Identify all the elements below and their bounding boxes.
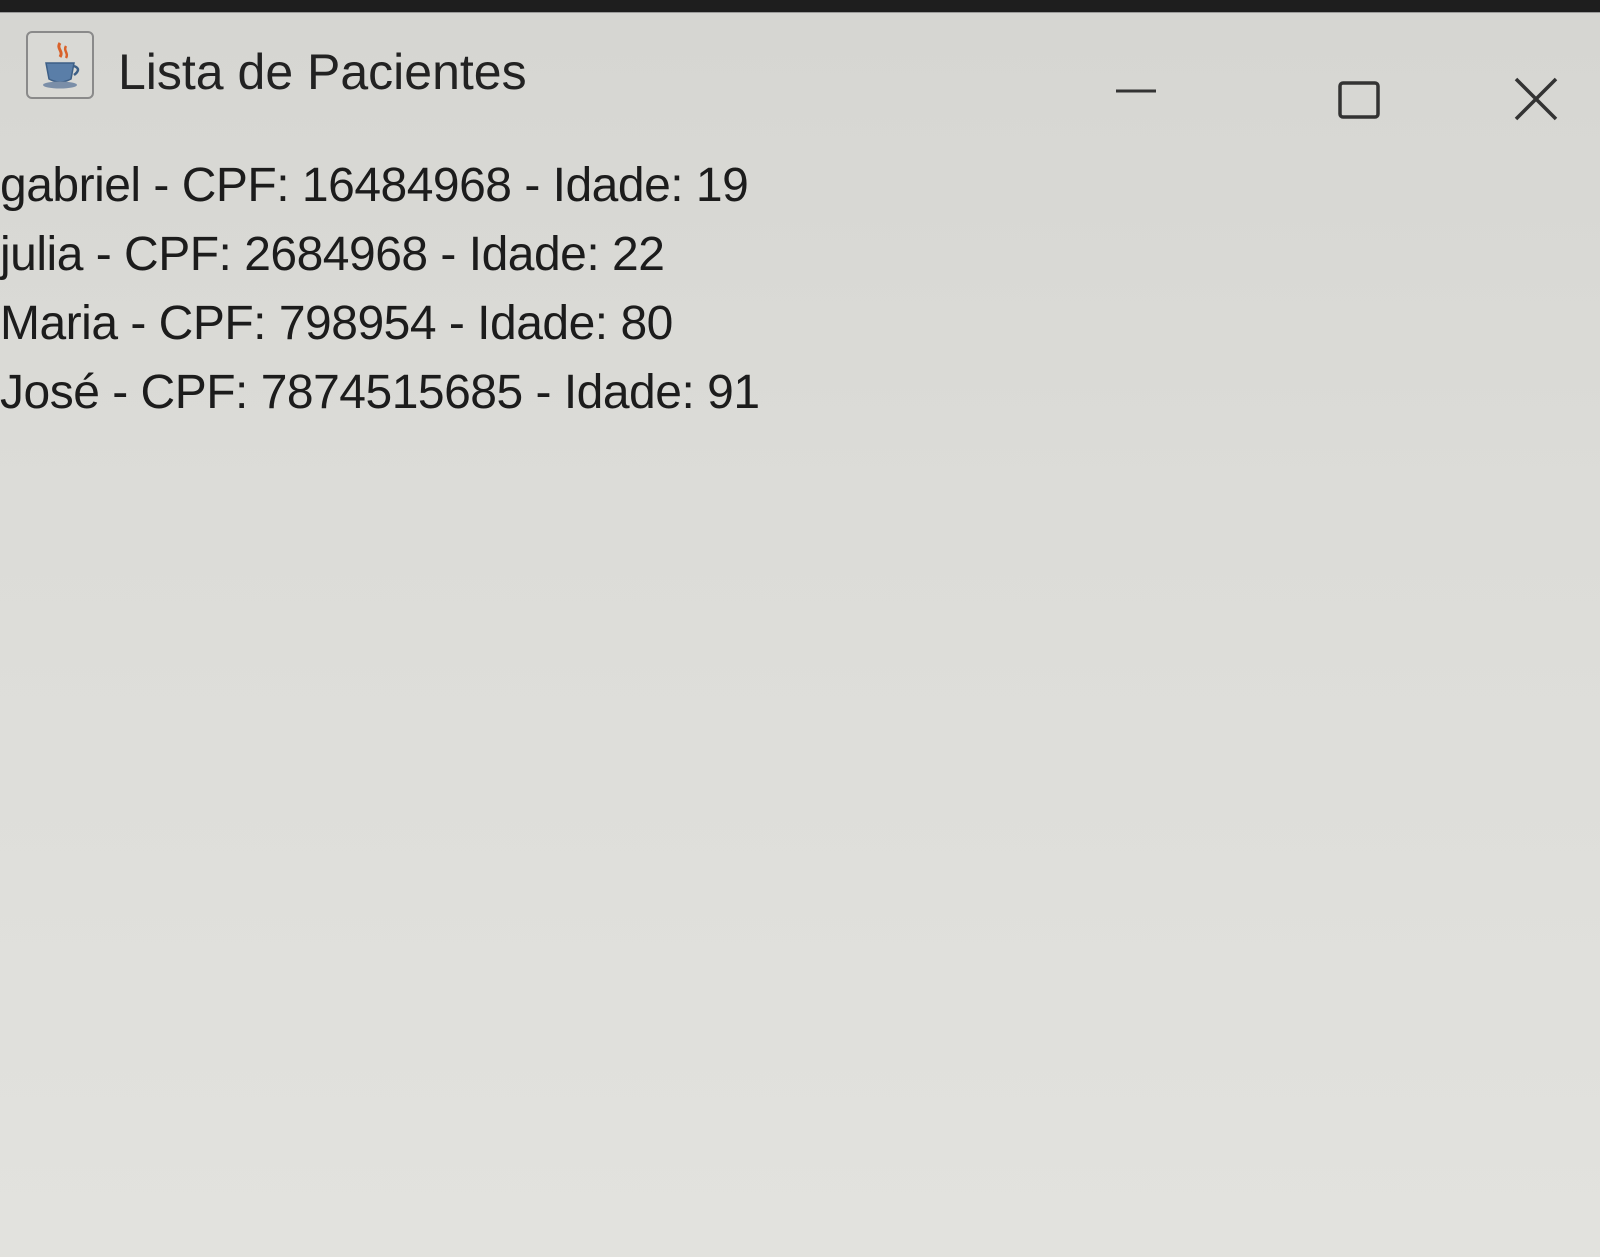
maximize-button[interactable] [1300,53,1410,123]
list-item[interactable]: gabriel - CPF: 16484968 - Idade: 19 [0,151,1600,220]
maximize-icon [1338,81,1380,119]
close-icon [1514,77,1558,121]
title-bar[interactable]: Lista de Pacientes [0,13,1600,128]
list-item[interactable]: Maria - CPF: 798954 - Idade: 80 [0,289,1600,358]
app-window: Lista de Pacientes gabriel - CPF: 164849… [0,12,1600,1257]
java-cup-icon[interactable] [26,31,94,99]
minimize-button[interactable] [1100,53,1210,123]
list-item[interactable]: julia - CPF: 2684968 - Idade: 22 [0,220,1600,289]
patient-list[interactable]: gabriel - CPF: 16484968 - Idade: 19 juli… [0,151,1600,427]
patient-list-panel: gabriel - CPF: 16484968 - Idade: 19 juli… [0,151,1600,1251]
close-button[interactable] [1490,53,1600,123]
minimize-icon [1116,89,1156,93]
window-title: Lista de Pacientes [118,44,527,100]
list-item[interactable]: José - CPF: 7874515685 - Idade: 91 [0,358,1600,427]
